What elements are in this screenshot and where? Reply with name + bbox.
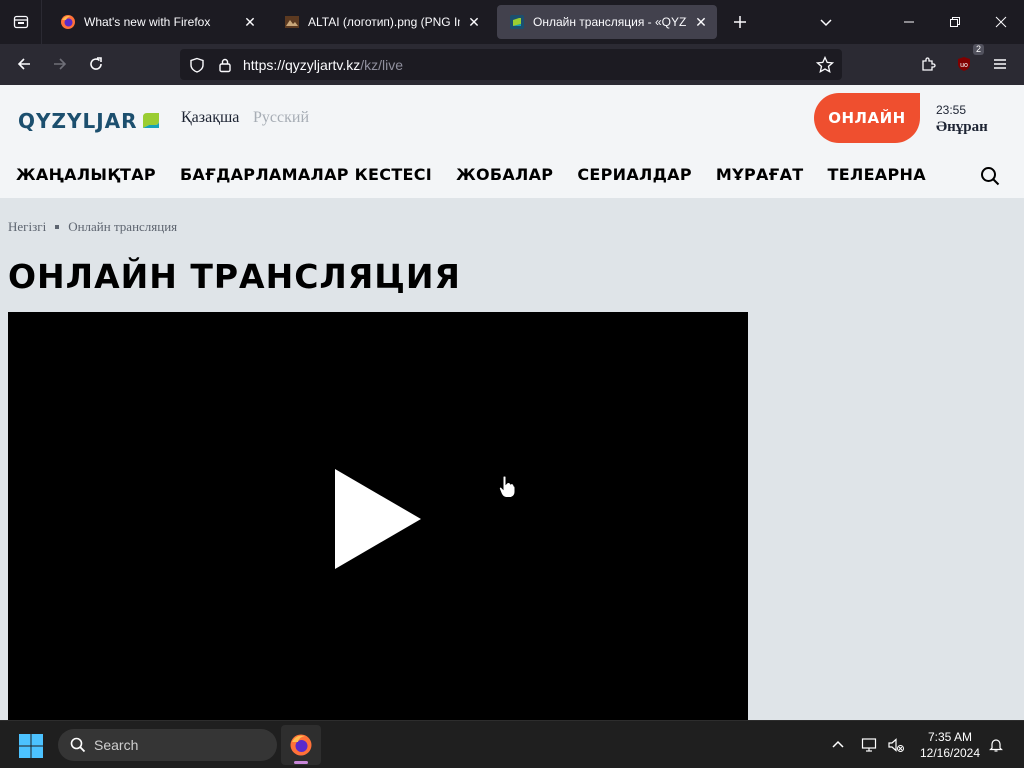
reload-icon (90, 57, 102, 70)
reload-button[interactable] (82, 50, 110, 78)
main-navigation: ЖАҢАЛЫҚТАР БАҒДАРЛАМАЛАР КЕСТЕСІ ЖОБАЛАР… (16, 165, 950, 187)
display-network-icon (861, 738, 877, 752)
chevron-up-icon (832, 740, 844, 748)
plus-icon (734, 16, 746, 28)
ublock-shield-icon: uo (958, 57, 970, 71)
taskbar-search-box[interactable]: Search (58, 729, 277, 761)
close-tab-icon[interactable]: ✕ (242, 14, 258, 30)
tracking-protection-shield-icon[interactable] (188, 56, 206, 74)
tab-altai-png[interactable]: ALTAI (логотип).png (PNG Ima ✕ (272, 5, 490, 39)
image-favicon-icon (284, 14, 300, 30)
restore-button[interactable] (932, 0, 978, 44)
now-playing-title[interactable]: Әнұран (936, 119, 988, 136)
bell-icon (989, 739, 1003, 752)
clock-date: 12/16/2024 (919, 746, 981, 760)
restore-icon (950, 17, 960, 27)
taskbar-clock[interactable]: 7:35 AM 12/16/2024 (914, 729, 986, 761)
site-header: QYZYLJAR Қазақша Русский ОНЛАЙН 23:55 Ән… (0, 85, 1024, 198)
extension-count-badge: 2 (972, 44, 984, 55)
nav-item-schedule[interactable]: БАҒДАРЛАМАЛАР КЕСТЕСІ (180, 165, 432, 187)
taskbar-search-label: Search (94, 737, 139, 753)
search-icon (70, 737, 86, 753)
logo-text: QYZYLJAR (18, 109, 138, 133)
tab-title: Онлайн трансляция - «QYZYL (533, 15, 687, 29)
nav-item-channel[interactable]: ТЕЛЕАРНА (828, 165, 926, 187)
running-indicator (294, 761, 308, 764)
breadcrumb: Негізгі Онлайн трансляция (8, 219, 177, 235)
breadcrumb-current: Онлайн трансляция (68, 219, 178, 234)
arrow-right-icon (54, 58, 67, 70)
show-hidden-icons-button[interactable] (826, 733, 850, 757)
nav-item-archive[interactable]: МҰРАҒАТ (716, 165, 804, 187)
tab-title: What's new with Firefox (84, 15, 211, 29)
svg-text:uo: uo (960, 62, 968, 69)
list-all-tabs-button[interactable] (814, 10, 838, 34)
puzzle-icon (922, 57, 936, 71)
chevron-down-icon (820, 19, 832, 27)
qyzyljar-favicon-icon (509, 14, 525, 30)
firefox-app-icon (290, 734, 312, 756)
play-icon[interactable] (335, 469, 421, 569)
video-player[interactable] (8, 312, 748, 720)
volume-button[interactable] (884, 733, 908, 757)
minimize-icon (904, 21, 914, 23)
app-menu-button[interactable] (986, 50, 1014, 78)
close-tab-icon[interactable]: ✕ (466, 14, 482, 30)
firefox-favicon-icon (60, 14, 76, 30)
site-logo[interactable]: QYZYLJAR (18, 109, 160, 133)
notifications-button[interactable] (984, 733, 1008, 757)
nav-item-projects[interactable]: ЖОБАЛАР (456, 165, 553, 187)
mouse-cursor-hand-icon (498, 475, 516, 498)
nav-item-news[interactable]: ЖАҢАЛЫҚТАР (16, 165, 156, 187)
lock-icon[interactable] (216, 56, 234, 74)
clock-time: 7:35 AM (927, 730, 973, 744)
url-path: /kz/live (360, 57, 404, 73)
page-title: ОНЛАЙН ТРАНСЛЯЦИЯ (8, 257, 461, 296)
tab-title: ALTAI (логотип).png (PNG Ima (308, 15, 460, 29)
language-kazakh-link[interactable]: Қазақша (181, 109, 239, 127)
breadcrumb-home-link[interactable]: Негізгі (8, 219, 46, 235)
url-bar[interactable]: https://qyzyljartv.kz/kz/live (180, 49, 842, 80)
bookmark-star-icon[interactable] (816, 56, 834, 74)
close-window-button[interactable] (978, 0, 1024, 44)
language-russian-link[interactable]: Русский (253, 109, 309, 127)
url-text[interactable]: https://qyzyljartv.kz/kz/live (243, 57, 403, 73)
firefox-view-button[interactable] (0, 0, 42, 44)
close-tab-icon[interactable]: ✕ (693, 14, 709, 30)
ublock-origin-button[interactable]: uo 2 (950, 44, 984, 78)
arrow-left-icon (17, 58, 30, 70)
tab-online-stream[interactable]: Онлайн трансляция - «QYZYL ✕ (497, 5, 717, 39)
taskbar-firefox-app[interactable] (281, 725, 321, 765)
network-button[interactable] (858, 733, 882, 757)
nav-item-series[interactable]: СЕРИАЛДАР (577, 165, 692, 187)
site-search-button[interactable] (980, 166, 1000, 186)
start-button[interactable] (18, 733, 44, 759)
new-tab-button[interactable] (728, 10, 752, 34)
close-icon (995, 16, 1007, 28)
forward-button[interactable] (46, 50, 74, 78)
search-icon (981, 167, 1000, 186)
online-button[interactable]: ОНЛАЙН (814, 93, 920, 143)
extensions-button[interactable] (914, 50, 942, 78)
windows-taskbar: Search 7:35 AM 12/16/2024 (0, 720, 1024, 768)
breadcrumb-separator (55, 225, 60, 229)
tab-whats-new[interactable]: What's new with Firefox ✕ (48, 5, 266, 39)
page-viewport: QYZYLJAR Қазақша Русский ОНЛАЙН 23:55 Ән… (0, 85, 1024, 720)
logo-mark-icon (142, 112, 160, 130)
firefox-view-icon (13, 15, 28, 29)
back-button[interactable] (10, 50, 38, 78)
windows-logo-icon (19, 734, 43, 758)
minimize-button[interactable] (886, 0, 932, 44)
browser-tab-strip: What's new with Firefox ✕ ALTAI (логотип… (0, 0, 1024, 44)
now-playing-time: 23:55 (936, 103, 967, 117)
url-host: https://qyzyljartv.kz (243, 57, 361, 73)
navigation-toolbar: https://qyzyljartv.kz/kz/live uo 2 (0, 44, 1024, 85)
hamburger-menu-icon (994, 59, 1006, 69)
speaker-muted-icon (888, 738, 904, 752)
